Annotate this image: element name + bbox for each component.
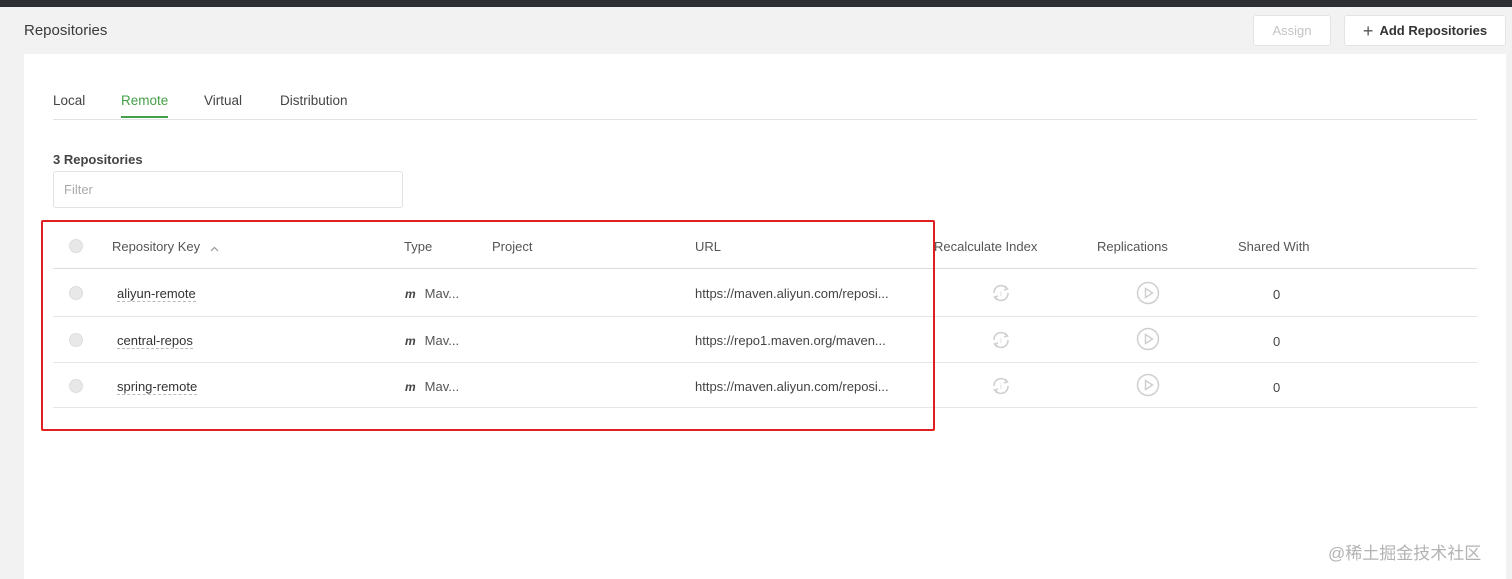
add-repositories-label: Add Repositories	[1379, 23, 1488, 38]
row-checkbox[interactable]	[69, 286, 83, 300]
column-header-repository-key[interactable]: Repository Key	[112, 239, 219, 255]
watermark: @稀土掘金技术社区	[1328, 544, 1482, 563]
row-divider	[53, 407, 1477, 408]
repository-key-link[interactable]: aliyun-remote	[117, 286, 196, 302]
select-all-checkbox[interactable]	[69, 239, 83, 253]
maven-icon: m	[405, 287, 416, 301]
repository-url: https://maven.aliyun.com/reposi...	[695, 379, 889, 394]
shared-with-count: 0	[1273, 380, 1281, 395]
page-title: Repositories	[24, 22, 108, 39]
column-header-project[interactable]: Project	[492, 239, 532, 254]
repository-url: https://maven.aliyun.com/reposi...	[695, 286, 889, 301]
row-checkbox[interactable]	[69, 333, 83, 347]
row-checkbox[interactable]	[69, 379, 83, 393]
run-replication-icon[interactable]	[1136, 373, 1160, 402]
tab-virtual[interactable]: Virtual	[204, 93, 242, 116]
column-header-shared-with: Shared With	[1238, 239, 1310, 254]
recalculate-index-icon[interactable]: i	[990, 329, 1012, 356]
repository-type-label: Mav...	[424, 379, 460, 394]
column-header-type[interactable]: Type	[404, 239, 432, 254]
run-replication-icon[interactable]	[1136, 281, 1160, 310]
repository-type: m Mav...	[405, 379, 459, 394]
tab-distribution[interactable]: Distribution	[280, 93, 348, 116]
shared-with-count: 0	[1273, 334, 1281, 349]
recalculate-index-icon[interactable]: i	[990, 282, 1012, 309]
column-header-repository-key-label: Repository Key	[112, 239, 201, 254]
assign-button-label: Assign	[1272, 23, 1312, 38]
column-header-replications: Replications	[1097, 239, 1168, 254]
tab-remote[interactable]: Remote	[121, 93, 169, 118]
tab-local[interactable]: Local	[53, 93, 85, 116]
shared-with-count: 0	[1273, 287, 1281, 302]
top-bar	[0, 0, 1512, 7]
repository-type: m Mav...	[405, 333, 459, 348]
row-divider	[53, 362, 1477, 363]
repository-type: m Mav...	[405, 286, 459, 301]
header-divider	[53, 268, 1477, 269]
repository-type-label: Mav...	[424, 333, 460, 348]
plus-icon: +	[1362, 20, 1374, 41]
repository-key-link[interactable]: spring-remote	[117, 379, 198, 395]
maven-icon: m	[405, 380, 416, 394]
repository-url: https://repo1.maven.org/maven...	[695, 333, 886, 348]
repository-type-label: Mav...	[424, 286, 460, 301]
column-header-recalculate-index: Recalculate Index	[934, 239, 1038, 254]
add-repositories-button[interactable]: + Add Repositories	[1344, 15, 1506, 46]
svg-text:i: i	[1000, 290, 1002, 298]
row-divider	[53, 316, 1477, 317]
repository-type-tabs: Local Remote Virtual Distribution	[53, 85, 1477, 120]
column-header-url[interactable]: URL	[695, 239, 721, 254]
run-replication-icon[interactable]	[1136, 327, 1160, 356]
sort-ascending-icon	[210, 240, 219, 255]
assign-button[interactable]: Assign	[1253, 15, 1331, 46]
repository-key-link[interactable]: central-repos	[117, 333, 193, 349]
svg-text:i: i	[1000, 383, 1002, 391]
maven-icon: m	[405, 334, 416, 348]
svg-text:i: i	[1000, 337, 1002, 345]
repository-count: 3 Repositories	[53, 152, 143, 167]
filter-input[interactable]	[53, 171, 403, 208]
recalculate-index-icon[interactable]: i	[990, 375, 1012, 402]
